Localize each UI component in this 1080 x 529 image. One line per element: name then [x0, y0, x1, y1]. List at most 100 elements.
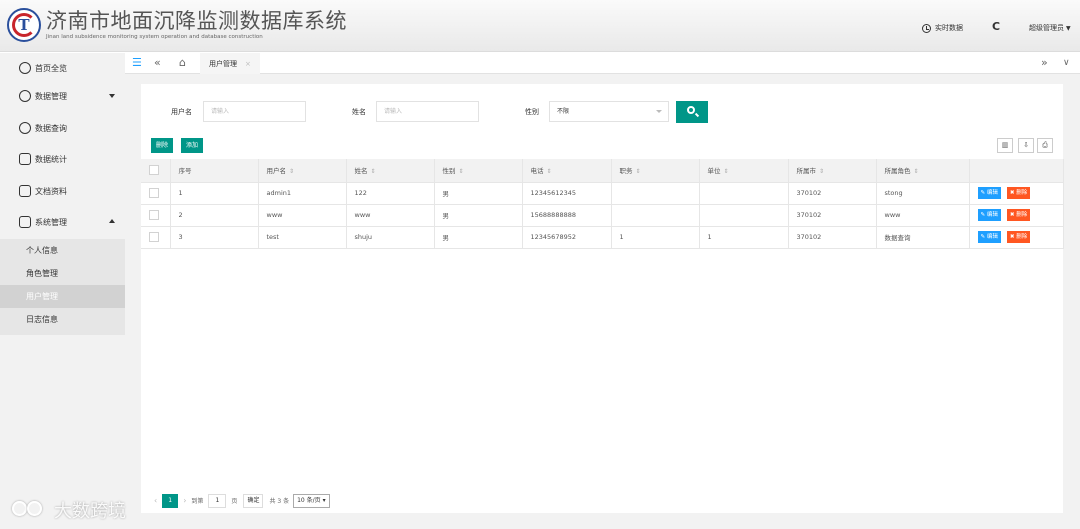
table-cell: 3 [170, 226, 259, 249]
watermark-ring [27, 501, 42, 516]
page-unit-label: 页 [231, 498, 238, 505]
app-subtitle: Jinan land subsidence monitoring system … [46, 34, 263, 40]
prev-page-icon[interactable]: ‹ [154, 496, 157, 505]
edit-button[interactable]: ✎ 编辑 [977, 187, 1001, 199]
confirm-page-button[interactable]: 确定 [243, 493, 264, 508]
row-checkbox[interactable] [149, 232, 159, 242]
tab-user-management[interactable]: 用户管理 × [200, 53, 260, 74]
sidebar-item-label: 数据管理 [35, 91, 67, 101]
sort-icon[interactable]: ⇕ [819, 168, 824, 175]
sort-icon[interactable]: ⇕ [724, 168, 729, 175]
delete-button[interactable]: 删除 [151, 138, 174, 153]
column-header: 序号 [170, 159, 259, 183]
sort-icon[interactable]: ⇕ [914, 168, 919, 175]
sort-icon[interactable]: ⇕ [459, 168, 464, 175]
menu-toggle-icon[interactable]: ☰ [132, 56, 142, 70]
submenu-item-roles[interactable]: 角色管理 [0, 262, 125, 285]
table-row: 1 admin1 122 男 12345612345 370102 stong … [141, 182, 1064, 205]
chevron-up-icon [109, 219, 115, 223]
delete-row-button[interactable]: ✖ 删除 [1006, 231, 1031, 243]
sidebar: 首页全览 数据管理 数据查询 数据统计 文档资料 系统管理 个人信息 角色管理 … [0, 53, 125, 529]
sort-icon[interactable]: ⇕ [636, 168, 641, 175]
name-label: 姓名 [352, 108, 366, 116]
search-button[interactable] [676, 101, 708, 123]
select-all-checkbox[interactable] [149, 165, 159, 176]
table-cell: admin1 [258, 182, 347, 205]
delete-row-button[interactable]: ✖ 删除 [1006, 187, 1031, 199]
table-panel: 删除 添加 ▥ ⇩ ⎙ 序号 用户名 ⇕ 姓名 ⇕ 性别 ⇕ 电话 ⇕ 职务 ⇕ 单位 ⇕ [141, 131, 1064, 513]
print-icon[interactable]: ⎙ [1037, 138, 1053, 153]
column-header[interactable]: 职务 ⇕ [611, 159, 700, 183]
row-checkbox[interactable] [149, 210, 159, 220]
goto-page-input[interactable]: 1 [208, 493, 227, 508]
sort-icon[interactable]: ⇕ [289, 168, 294, 175]
system-submenu: 个人信息 角色管理 用户管理 日志信息 [0, 239, 125, 335]
tab-dropdown-icon[interactable]: ∨ [1063, 56, 1070, 70]
column-header[interactable]: 性别 ⇕ [434, 159, 523, 183]
tab-next-icon[interactable]: » [1041, 56, 1048, 70]
table-row: 3 test shuju 男 12345678952 1 1 370102 数据… [141, 226, 1064, 249]
column-header[interactable]: 电话 ⇕ [522, 159, 612, 183]
tab-prev-icon[interactable]: « [154, 56, 161, 70]
column-header[interactable]: 姓名 ⇕ [346, 159, 435, 183]
sidebar-item-data-statistics[interactable]: 数据统计 [0, 144, 125, 174]
top-header: T 济南市地面沉降监测数据库系统 Jinan land subsidence m… [0, 0, 1080, 52]
tab-bar: ☰ « ⌂ 用户管理 × » ∨ [125, 53, 1080, 74]
column-header[interactable]: 所属角色 ⇕ [876, 159, 970, 183]
watermark-ring [12, 501, 27, 516]
goto-label: 到第 [191, 498, 204, 505]
user-menu[interactable]: 超级管理员 ▼ [1029, 23, 1071, 33]
sidebar-item-data-query[interactable]: 数据查询 [0, 113, 125, 143]
next-page-icon[interactable]: › [183, 496, 186, 505]
column-header[interactable]: 所属市 ⇕ [788, 159, 877, 183]
submenu-item-profile[interactable]: 个人信息 [0, 239, 125, 262]
sidebar-item-data-management[interactable]: 数据管理 [0, 81, 125, 111]
tab-label: 用户管理 [209, 59, 237, 68]
chevron-down-icon: ▼ [1066, 24, 1071, 32]
refresh-icon[interactable]: C [992, 20, 1000, 33]
delete-row-button[interactable]: ✖ 删除 [1006, 209, 1031, 221]
sidebar-item-system-management[interactable]: 系统管理 [0, 207, 125, 237]
table-cell: shuju [346, 226, 435, 249]
current-page[interactable]: 1 [162, 493, 179, 508]
table-cell: 12345678952 [522, 226, 612, 249]
home-tab-icon[interactable]: ⌂ [179, 56, 186, 70]
column-header[interactable]: 用户名 ⇕ [258, 159, 347, 183]
export-icon[interactable]: ⇩ [1018, 138, 1034, 153]
sidebar-item-home[interactable]: 首页全览 [0, 53, 125, 83]
page-size-select[interactable]: 10 条/页 ▾ [293, 493, 330, 508]
realtime-label: 实时数据 [935, 24, 963, 32]
sidebar-item-documents[interactable]: 文档资料 [0, 176, 125, 206]
username-input[interactable]: 请输入 [203, 101, 306, 122]
sort-icon[interactable]: ⇕ [547, 168, 552, 175]
gear-icon [19, 90, 31, 102]
sidebar-item-label: 系统管理 [35, 217, 67, 227]
row-checkbox[interactable] [149, 188, 159, 198]
document-icon [19, 185, 31, 197]
gender-value: 不限 [557, 108, 570, 115]
table-cell: 370102 [788, 182, 877, 205]
sort-icon[interactable]: ⇕ [371, 168, 376, 175]
submenu-item-logs[interactable]: 日志信息 [0, 308, 125, 331]
table-cell: 1 [611, 226, 700, 249]
sidebar-item-label: 数据查询 [35, 123, 67, 133]
user-label: 超级管理员 [1029, 24, 1064, 32]
realtime-icon [922, 23, 931, 33]
row-select-cell [141, 204, 171, 227]
column-header[interactable]: 单位 ⇕ [699, 159, 789, 183]
table-cell: www [346, 204, 435, 227]
table-cell [611, 182, 700, 205]
close-icon[interactable]: × [245, 60, 251, 68]
table-cell: 370102 [788, 204, 877, 227]
search-icon [687, 106, 695, 114]
app-title: 济南市地面沉降监测数据库系统 [46, 9, 347, 33]
edit-button[interactable]: ✎ 编辑 [977, 231, 1001, 243]
chevron-down-icon [656, 110, 662, 113]
add-button[interactable]: 添加 [181, 138, 204, 153]
gender-select[interactable]: 不限 [549, 101, 669, 122]
name-input[interactable]: 请输入 [376, 101, 479, 122]
edit-button[interactable]: ✎ 编辑 [977, 209, 1001, 221]
submenu-item-users[interactable]: 用户管理 [0, 285, 125, 308]
realtime-data-link[interactable]: 实时数据 [922, 23, 963, 33]
filter-columns-icon[interactable]: ▥ [997, 138, 1013, 153]
